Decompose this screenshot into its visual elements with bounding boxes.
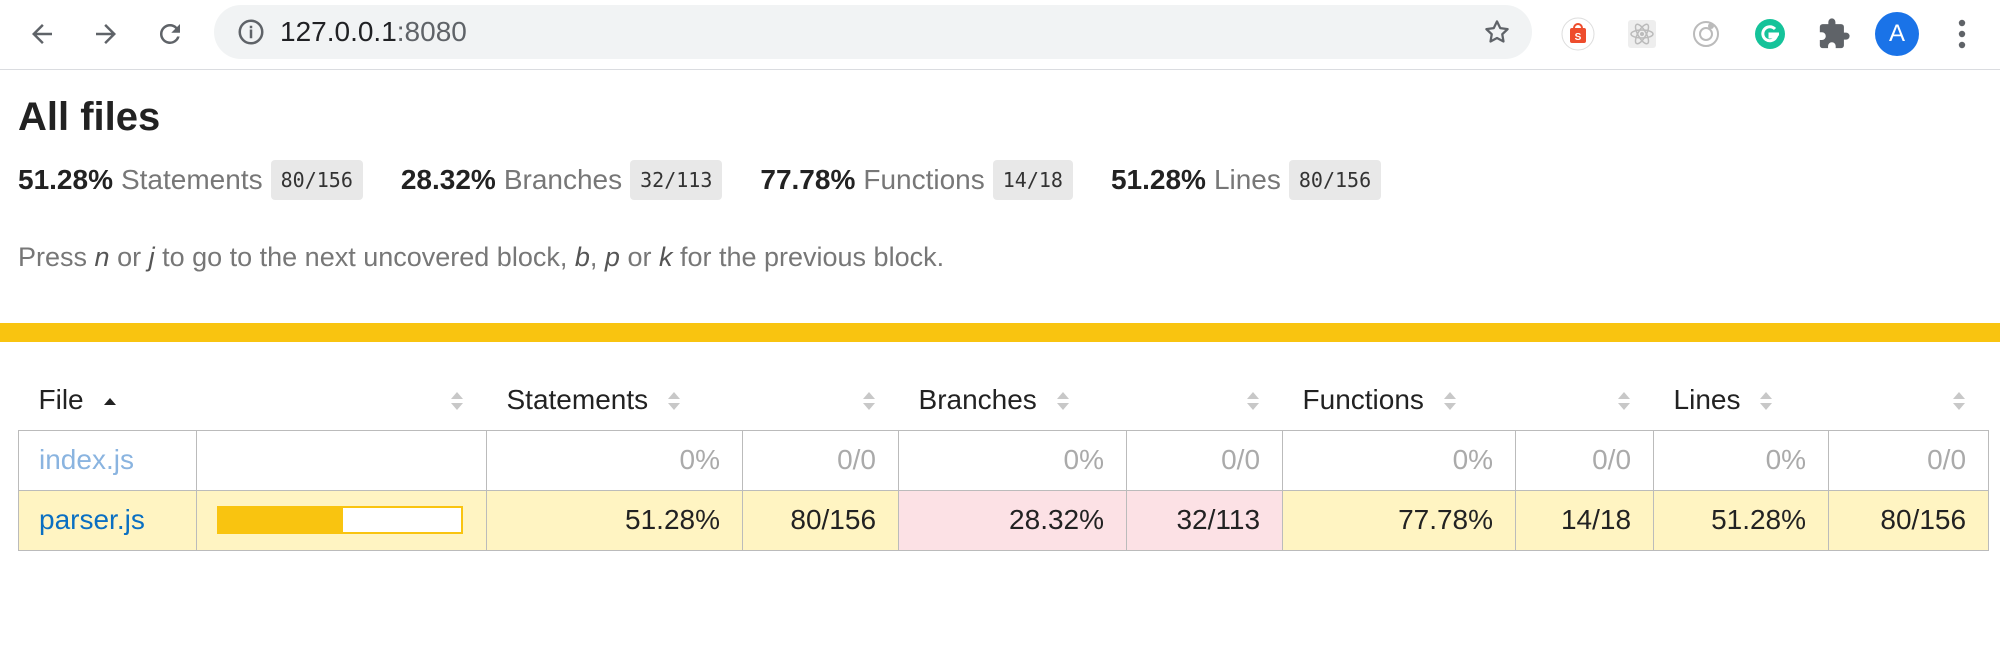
coverage-summary: 51.28% Statements 80/156 28.32% Branches… [18,160,1419,200]
column-header-label: Statements [506,383,649,415]
summary-lines: 51.28% Lines 80/156 [1110,160,1382,200]
sort-icon [1952,392,1965,410]
functions-frac: 0/0 [1515,429,1655,491]
table-header-row: File Statements Branches Functions Lines [19,370,1989,430]
browser-menu-button[interactable] [1944,12,1980,56]
back-button[interactable] [20,12,64,56]
keyboard-hint: Press n or j to go to the next uncovered… [18,242,944,273]
hint-text: for the previous block. [672,242,945,272]
statements-frac: 80/156 [741,489,900,551]
sort-icon [450,392,463,410]
functions-pct: 0% [1282,429,1517,491]
sort-asc-icon [104,398,117,406]
lines-pct: 0% [1653,429,1830,491]
lines-pct: 51.28% [1653,489,1830,551]
hint-text: Press [18,242,95,272]
sort-icon [1617,392,1630,410]
coverage-bar-cell [196,429,487,491]
column-header-label: Branches [918,383,1037,415]
browser-toolbar: 127.0.0.1:8080 S A [0,0,2000,70]
reload-button[interactable] [148,12,192,56]
file-link[interactable]: parser.js [18,489,197,551]
target-extension-icon[interactable] [1684,12,1728,56]
summary-branches: 28.32% Branches 32/113 [401,160,723,200]
summary-pct: 51.28% [18,164,113,195]
hint-text: to go to the next uncovered block, [154,242,575,272]
reload-icon [159,23,180,44]
svg-text:S: S [1575,32,1582,43]
summary-label: Lines [1213,164,1281,195]
arrow-right-icon [96,24,116,44]
branches-pct: 28.32% [898,489,1128,551]
branches-frac: 32/113 [1126,489,1284,551]
lines-frac: 0/0 [1828,429,1990,491]
summary-label: Statements [120,164,263,195]
hint-key: k [658,242,673,272]
summary-pct: 51.28% [1110,164,1206,195]
summary-statements: 51.28% Statements 80/156 [18,160,363,200]
column-header-lines[interactable]: Lines [1654,370,1989,430]
functions-pct: 77.78% [1282,489,1517,551]
bookmark-star-icon[interactable] [1482,17,1512,47]
summary-fraction-badge: 80/156 [1288,160,1382,200]
summary-fraction-badge: 14/18 [992,160,1073,200]
url-host: 127.0.0.1 [280,16,397,47]
address-bar[interactable]: 127.0.0.1:8080 [214,5,1532,59]
coverage-bar [217,506,463,534]
coverage-bar-cell [196,489,487,551]
sort-icon [1760,392,1773,411]
sort-icon [862,392,875,410]
column-header-label: Lines [1673,383,1741,415]
summary-pct: 28.32% [400,164,496,195]
sort-icon [1443,392,1456,411]
react-devtools-icon[interactable] [1620,12,1664,56]
profile-avatar[interactable]: A [1875,12,1919,56]
hint-text: or [619,242,659,272]
statements-pct: 0% [486,429,743,491]
summary-functions: 77.78% Functions 14/18 [760,160,1073,200]
hint-key: p [604,242,620,272]
statements-pct: 51.28% [486,489,743,551]
hint-key: b [574,242,590,272]
column-header-functions[interactable]: Functions [1283,370,1654,430]
url-port: :8080 [396,16,467,47]
table-row: parser.js 51.28% 80/156 28.32% 32/113 77… [18,489,1990,551]
file-link[interactable]: index.js [18,429,197,491]
functions-frac: 14/18 [1515,489,1655,551]
hint-text: or [109,242,149,272]
sort-icon [667,392,680,411]
hint-text: , [589,242,605,272]
url-text[interactable]: 127.0.0.1:8080 [280,17,467,47]
page-title: All files [18,95,161,139]
summary-label: Functions [863,164,985,195]
column-header-label: Functions [1302,383,1424,415]
sort-icon [1246,392,1259,410]
column-header-statements[interactable]: Statements [487,370,899,430]
arrow-left-icon [32,24,52,44]
puzzle-extensions-icon[interactable] [1812,12,1856,56]
forward-button[interactable] [84,12,128,56]
column-header-label: File [38,383,84,415]
coverage-table: File Statements Branches Functions Lines [18,370,1990,551]
summary-fraction-badge: 80/156 [270,160,363,200]
info-icon[interactable] [236,17,266,47]
coverage-status-bar [0,323,2000,342]
column-header-branches[interactable]: Branches [899,370,1283,430]
grammarly-icon[interactable] [1748,12,1792,56]
summary-label: Branches [503,164,623,195]
shopping-extension-icon[interactable]: S [1556,12,1600,56]
coverage-bar-fill [219,508,344,532]
summary-fraction-badge: 32/113 [630,160,723,200]
column-header-file[interactable]: File [19,370,487,430]
summary-pct: 77.78% [760,164,856,195]
branches-pct: 0% [898,429,1128,491]
branches-frac: 0/0 [1126,429,1284,491]
statements-frac: 0/0 [741,429,900,491]
table-row: index.js 0% 0/0 0% 0/0 0% 0/0 0% 0/0 [18,429,1990,491]
sort-icon [1056,392,1069,411]
more-vert-icon [1958,19,1966,49]
lines-frac: 80/156 [1828,489,1990,551]
hint-key: n [94,242,110,272]
